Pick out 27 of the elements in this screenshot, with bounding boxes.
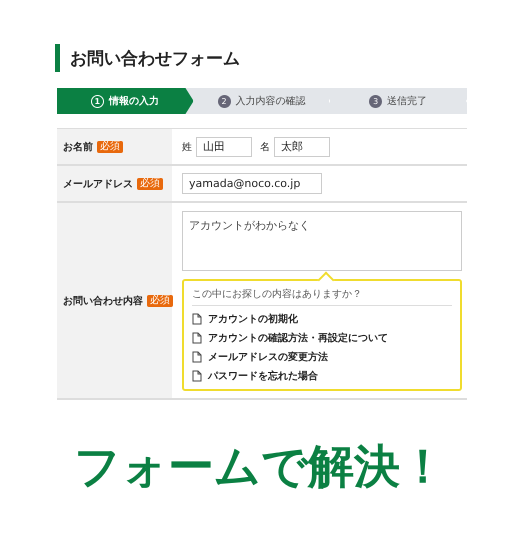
step-number: 3 xyxy=(369,94,382,108)
input-field[interactable]: yamada@noco.co.jp xyxy=(182,173,322,194)
field-prefix: 名 xyxy=(260,140,270,154)
input-field[interactable]: 山田 xyxy=(196,136,252,156)
suggestion-link[interactable]: パスワードを忘れた場合 xyxy=(192,366,452,385)
required-badge: 必須 xyxy=(147,294,173,306)
document-icon xyxy=(192,350,202,362)
suggestion-link[interactable]: アカウントの確認方法・再設定について xyxy=(192,328,452,347)
document-icon xyxy=(192,370,202,382)
document-icon xyxy=(192,332,202,344)
required-badge: 必須 xyxy=(137,178,163,190)
caption-text: フォームで解決！ xyxy=(74,439,446,493)
document-icon xyxy=(192,312,202,324)
step-number: 2 xyxy=(218,94,230,108)
field-label: お名前 xyxy=(63,140,93,154)
form-title: お問い合わせフォーム xyxy=(70,48,240,70)
required-badge: 必須 xyxy=(97,140,123,152)
suggestion-link[interactable]: アカウントの初期化 xyxy=(192,309,452,328)
accent-bar xyxy=(55,44,60,72)
input-field[interactable]: 太郎 xyxy=(274,136,330,156)
text-area[interactable]: アカウントがわからなく xyxy=(182,211,462,271)
step-number: 1 xyxy=(90,94,104,108)
field-label: お問い合わせ内容 xyxy=(63,294,143,308)
suggestion-heading: この中にお探しの内容はありますか？ xyxy=(192,287,452,306)
field-prefix: 姓 xyxy=(182,140,192,154)
suggestion-link[interactable]: メールアドレスの変更方法 xyxy=(192,347,452,366)
field-label: メールアドレス xyxy=(63,178,133,190)
